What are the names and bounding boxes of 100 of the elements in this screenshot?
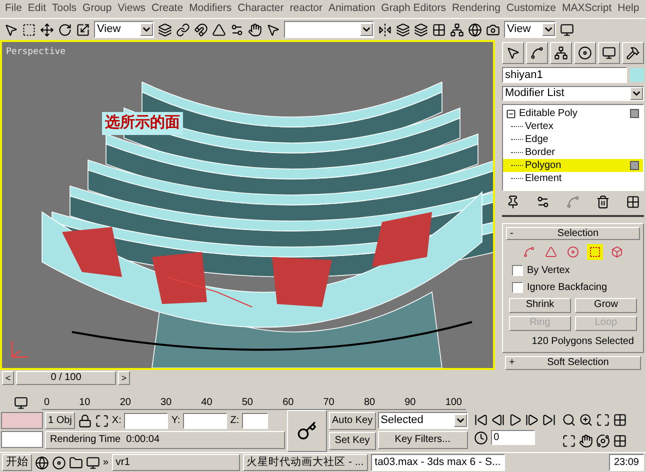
viewport-label[interactable]: Perspective <box>6 46 66 60</box>
stack-subitem[interactable]: Edge <box>525 132 639 148</box>
key-mode-dropdown[interactable]: Selected <box>378 412 468 429</box>
set-key-button[interactable]: Set Key <box>329 432 376 450</box>
render-scene-icon[interactable] <box>486 22 500 36</box>
mirror-icon[interactable] <box>378 22 392 36</box>
subobject-level-button[interactable] <box>587 244 603 260</box>
next-frame-button[interactable]: > <box>118 371 130 385</box>
menu-item[interactable]: Character <box>234 1 287 17</box>
pin-stack-icon[interactable] <box>506 195 520 210</box>
command-panel-tab[interactable] <box>526 42 548 64</box>
maxscript-listener-field[interactable] <box>1 431 43 448</box>
menu-item[interactable]: Customize <box>503 1 560 17</box>
angle-snap-icon[interactable] <box>212 22 226 36</box>
quick-render-icon[interactable] <box>560 22 574 36</box>
collapse-icon[interactable] <box>506 108 516 119</box>
rotate-icon[interactable] <box>58 22 72 36</box>
menu-item[interactable]: MAXScript <box>559 1 615 17</box>
play-icon[interactable] <box>508 413 522 427</box>
previous-frame-button[interactable]: < <box>2 371 14 385</box>
menu-item[interactable]: Tools <box>49 1 80 17</box>
menu-item[interactable]: reactor <box>286 1 326 17</box>
rollout-button[interactable]: Grow <box>575 298 637 313</box>
checkbox[interactable] <box>512 282 523 294</box>
orbit-icon[interactable] <box>596 434 610 448</box>
stack-subitem-row[interactable]: Border <box>503 146 643 160</box>
zoom-extents-icon[interactable] <box>596 413 610 427</box>
menu-item[interactable]: Views <box>114 1 149 17</box>
object-color-swatch[interactable] <box>630 68 644 82</box>
next-key-icon[interactable] <box>524 413 539 427</box>
link-icon[interactable] <box>176 22 190 36</box>
command-panel-tab[interactable] <box>550 42 572 64</box>
taskbar-button[interactable]: ta03.max - 3ds max 6 - S... <box>370 454 505 471</box>
subobject-level-button[interactable] <box>609 244 625 260</box>
zoom-all-icon[interactable] <box>578 413 593 427</box>
start-button[interactable]: 开始 <box>2 454 32 471</box>
track-bar-toggle-icon[interactable] <box>14 396 28 410</box>
move-icon[interactable] <box>40 22 54 36</box>
stack-subitem-row[interactable]: Vertex <box>503 120 643 134</box>
region-select-icon[interactable] <box>22 22 36 36</box>
modifier-toggle-icon[interactable] <box>630 109 639 118</box>
coordinate-field[interactable] <box>183 412 228 428</box>
stack-subitem[interactable]: Element <box>525 171 639 186</box>
menu-item[interactable]: Rendering <box>448 1 504 17</box>
lock-icon[interactable] <box>78 414 92 428</box>
stack-subitem[interactable]: Border <box>525 145 639 160</box>
stack-subitem-row[interactable]: Element <box>503 172 643 186</box>
set-key-mode-button[interactable] <box>287 410 327 452</box>
menu-item[interactable]: Edit <box>24 1 50 17</box>
command-panel-tab[interactable] <box>502 42 524 64</box>
more-icons-toggle[interactable]: » <box>103 455 109 470</box>
auto-key-button[interactable]: Auto Key <box>329 412 376 430</box>
menu-item[interactable]: Help <box>614 1 642 17</box>
subobject-level-button[interactable] <box>565 244 581 260</box>
current-frame-field[interactable]: 0 <box>490 430 535 445</box>
command-panel-tab[interactable] <box>574 42 596 64</box>
rollout-title[interactable]: Selection <box>520 226 636 241</box>
viewport[interactable]: Perspective 选所示的面 <box>0 40 495 370</box>
stack-item[interactable]: Editable Poly <box>519 106 627 122</box>
time-slider-thumb[interactable]: 0 / 100 <box>16 371 116 385</box>
coordinate-field[interactable] <box>242 412 268 428</box>
menu-item[interactable]: File <box>2 1 25 17</box>
pan-icon[interactable] <box>578 434 593 448</box>
menu-item[interactable]: Modifiers <box>186 1 235 17</box>
key-filters-button[interactable]: Key Filters... <box>378 431 468 449</box>
modifier-list-dropdown[interactable]: Modifier List <box>502 86 644 102</box>
stack-subitem[interactable]: Polygon <box>525 158 630 174</box>
menu-item[interactable]: Group <box>80 1 115 17</box>
go-to-end-icon[interactable] <box>542 413 556 427</box>
rollout-toggle[interactable]: - <box>510 226 520 241</box>
stack-subitem-row[interactable]: Edge <box>503 133 643 146</box>
select-icon[interactable] <box>4 22 18 36</box>
menu-item[interactable]: Graph Editors <box>378 1 449 17</box>
command-panel-tab[interactable] <box>622 42 644 64</box>
checkbox[interactable] <box>512 265 523 276</box>
menu-item[interactable]: Animation <box>325 1 378 17</box>
selection-set-dropdown[interactable] <box>284 21 374 38</box>
rollout-toggle[interactable]: + <box>509 355 519 370</box>
rollout-title[interactable]: Soft Selection <box>519 355 637 370</box>
rollout-header[interactable]: - Selection <box>506 226 640 240</box>
named-selection-icon[interactable] <box>266 22 280 36</box>
stack-subitem[interactable]: Vertex <box>525 119 639 134</box>
zoom-icon[interactable] <box>562 413 576 427</box>
rollout-header[interactable]: + Soft Selection <box>505 356 641 370</box>
stack-subitem-row[interactable]: Polygon <box>503 159 643 172</box>
maxscript-listener-field[interactable] <box>1 412 43 429</box>
taskbar-button[interactable]: 火星时代动画大社区 - ... <box>242 454 368 471</box>
render-view-dropdown[interactable]: View <box>504 21 556 38</box>
previous-key-icon[interactable] <box>490 413 505 427</box>
object-name-field[interactable]: shiyan1 <box>502 67 627 83</box>
menu-item[interactable]: Create <box>148 1 186 17</box>
reference-coordinate-dropdown[interactable]: View <box>94 21 154 38</box>
coordinate-field[interactable] <box>124 412 168 428</box>
taskbar-button[interactable]: vr1 <box>112 454 240 471</box>
scale-icon[interactable] <box>76 22 90 36</box>
command-panel-tab[interactable] <box>598 42 620 64</box>
snap-icon[interactable] <box>194 22 208 36</box>
rollout-button[interactable]: Shrink <box>509 298 571 313</box>
remove-modifier-icon[interactable] <box>596 195 610 210</box>
go-to-start-icon[interactable] <box>474 413 488 427</box>
